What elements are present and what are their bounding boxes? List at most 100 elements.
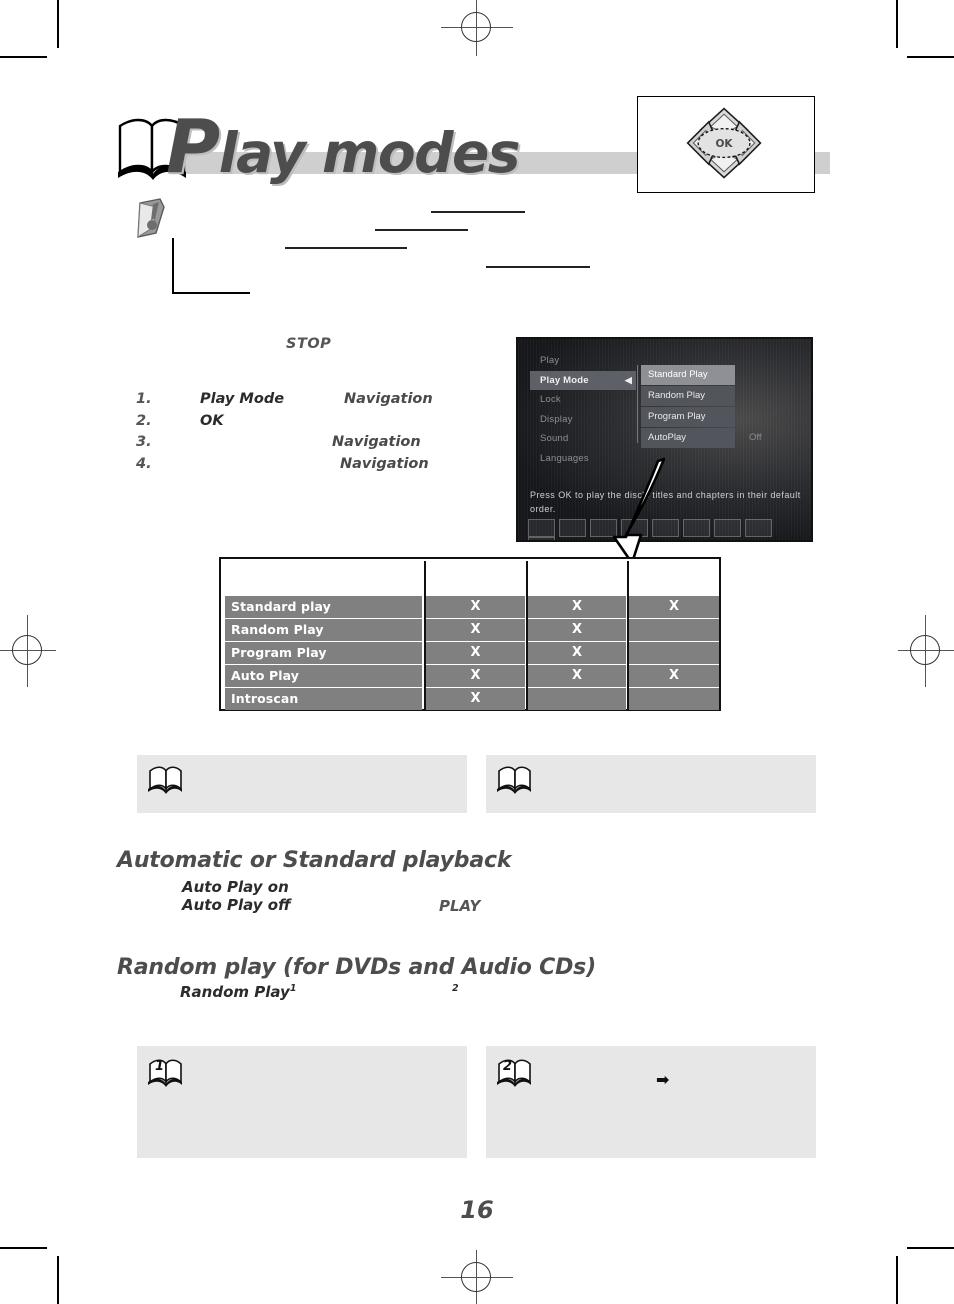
crop-mark-bottom-right-v	[896, 1256, 898, 1304]
list-item: 2. OK	[136, 413, 556, 435]
section-heading-random-play: Random play (for DVDs and Audio CDs)	[117, 955, 596, 980]
play-mode-compatibility-table: Standard play X X X Random Play X X Prog…	[219, 557, 721, 711]
tv-menu-label: Play	[540, 355, 560, 366]
tv-main-menu: Play ◀ Play Mode Lock Display Sound Langu…	[530, 351, 636, 468]
tv-submenu-label: AutoPlay	[648, 432, 687, 443]
book-2-icon: 2	[496, 1054, 532, 1087]
page-title-rest: lay modes	[218, 121, 521, 185]
table-cell: X	[528, 642, 626, 664]
table-cell: X	[426, 665, 525, 687]
svg-text:OK: OK	[715, 138, 733, 150]
redacted-text-rule	[431, 211, 525, 213]
step-keyword: Play Mode	[200, 391, 285, 407]
step-number: 4.	[136, 455, 152, 472]
list-item: 3. Navigation	[136, 434, 556, 456]
step-number: 1.	[136, 391, 152, 407]
tv-menu-item-play-mode[interactable]: ◀ Play Mode	[530, 370, 636, 390]
crop-mark-top-left-v	[57, 0, 59, 48]
table-cell	[629, 642, 719, 664]
tv-submenu-label: Standard Play	[648, 369, 708, 380]
page-number: 16	[460, 1196, 494, 1224]
tv-status-icon	[559, 519, 586, 537]
tv-status-icon	[683, 519, 710, 537]
list-item: 4. Navigation	[136, 456, 556, 478]
registration-mark-top	[441, 0, 513, 56]
table-row-label: Program Play	[225, 642, 422, 664]
tv-play-mode-submenu: Standard Play Random Play Program Play A…	[641, 365, 762, 449]
tv-status-icon	[528, 537, 555, 540]
svg-text:1: 1	[155, 1059, 164, 1074]
manual-page: Play modes OK STOP 1. Play Mode Navigati…	[0, 0, 954, 1304]
tv-menu-item-play[interactable]: Play	[530, 351, 636, 371]
table-cell	[629, 619, 719, 641]
step-keyword: Navigation	[344, 391, 433, 407]
right-arrow-icon: ➡	[656, 1070, 670, 1089]
book-1-icon: 1	[147, 1054, 183, 1087]
tv-submenu-item-program-play[interactable]: Program Play	[641, 407, 735, 427]
table-cell: X	[426, 642, 525, 664]
tv-submenu-item-autoplay[interactable]: AutoPlay Off	[641, 428, 762, 448]
registration-mark-left	[0, 615, 56, 687]
tv-menu-item-display[interactable]: Display	[530, 410, 636, 430]
note-rule-vertical	[172, 238, 174, 294]
section-heading-automatic-standard-playback: Automatic or Standard playback	[117, 848, 512, 873]
tv-menu-label: Play Mode	[540, 374, 589, 386]
table-cell	[629, 688, 719, 710]
keyword-play-button: PLAY	[439, 897, 481, 915]
crop-mark-bottom-right-h	[907, 1247, 954, 1249]
table-cell: X	[629, 665, 719, 687]
crop-mark-top-left-h	[0, 56, 47, 58]
note-box-upper-left	[137, 755, 467, 813]
table-row-label: Standard play	[225, 596, 422, 618]
svg-text:2: 2	[503, 1059, 512, 1074]
table-row-label: Random Play	[225, 619, 422, 641]
keyword-auto-play-on: Auto Play on	[182, 878, 289, 896]
redacted-text-rule	[375, 229, 468, 231]
tv-submenu-label: Random Play	[648, 390, 706, 401]
tv-submenu-item-standard-play[interactable]: Standard Play	[641, 365, 735, 385]
book-icon	[147, 763, 183, 795]
table-cell: X	[426, 688, 525, 710]
stop-keyword: STOP	[286, 336, 332, 352]
registration-mark-bottom	[441, 1250, 513, 1304]
tv-submenu-label: Program Play	[648, 411, 706, 422]
step-keyword: Navigation	[340, 455, 429, 472]
table-cell	[528, 688, 626, 710]
table-header-row	[221, 559, 719, 711]
table-row-label: Introscan	[225, 688, 422, 710]
table-cell: X	[426, 596, 525, 618]
note-rule-horizontal	[172, 292, 250, 294]
left-caret-icon: ◀	[624, 374, 632, 385]
footnote-marker-2: 2	[452, 983, 459, 994]
list-item: 1. Play Mode Navigation	[136, 391, 556, 413]
redacted-text-rule	[285, 247, 407, 249]
table-cell: X	[426, 619, 525, 641]
tv-submenu-item-random-play[interactable]: Random Play	[641, 386, 735, 406]
autoplay-value: Off	[749, 432, 762, 443]
crop-mark-bottom-left-v	[57, 1256, 59, 1304]
tv-status-icon	[745, 519, 772, 537]
table-cell: X	[528, 596, 626, 618]
tv-status-icon	[528, 519, 555, 537]
instruction-step-list: 1. Play Mode Navigation 2. OK 3. Navigat…	[136, 391, 556, 477]
table-row: Program Play X X	[221, 642, 719, 664]
tv-menu-label: Lock	[540, 394, 561, 405]
keyword-auto-play-off: Auto Play off	[182, 896, 291, 914]
tv-menu-divider	[637, 365, 638, 443]
footnote-marker-1: 1	[289, 983, 297, 994]
keyword-random-play-text: Random Play	[180, 983, 290, 1001]
tv-menu-label: Display	[540, 413, 573, 425]
tv-menu-item-lock[interactable]: Lock	[530, 390, 636, 410]
tv-menu-label: Languages	[540, 452, 589, 464]
tv-menu-label: Sound	[540, 433, 569, 444]
remote-navigation-callout: OK	[637, 96, 815, 193]
page-title-initial: P	[166, 104, 220, 190]
table-cell: X	[528, 665, 626, 687]
step-keyword: Navigation	[332, 434, 421, 450]
table-row: Auto Play X X X	[221, 665, 719, 687]
tv-menu-item-sound[interactable]: Sound	[530, 429, 636, 449]
step-keyword: OK	[200, 412, 224, 429]
step-number: 2.	[136, 412, 152, 429]
crop-mark-bottom-left-h	[0, 1247, 47, 1249]
registration-mark-right	[898, 615, 954, 687]
